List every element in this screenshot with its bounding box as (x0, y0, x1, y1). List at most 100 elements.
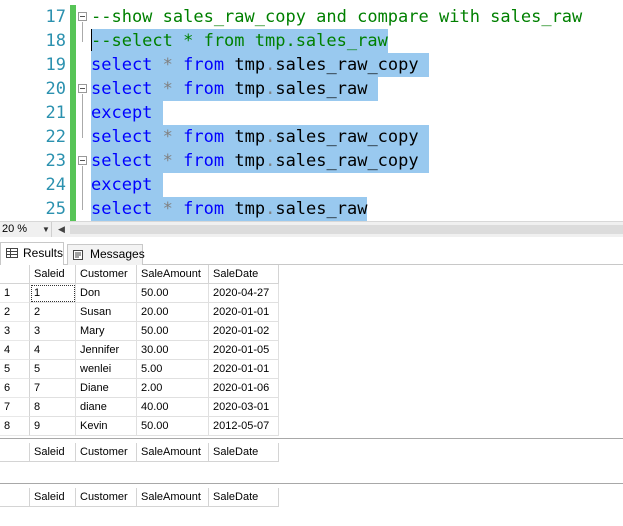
text-caret (91, 29, 92, 51)
column-header[interactable]: Customer (76, 488, 137, 507)
code-token: * (162, 199, 173, 219)
grid-cell[interactable]: 2020-03-01 (209, 398, 279, 417)
grid-cell[interactable]: 4 (30, 341, 76, 360)
collapse-icon[interactable] (78, 12, 87, 21)
code-line[interactable]: select * from tmp.sales_raw (91, 197, 368, 221)
grid-cell[interactable]: 5.00 (137, 360, 209, 379)
horizontal-scrollbar[interactable] (70, 225, 623, 234)
result-grid[interactable]: Saleid Customer SaleAmount SaleDate (0, 443, 279, 462)
grid-cell[interactable]: 1 (30, 284, 76, 303)
change-indicator (70, 173, 76, 197)
zoom-dropdown[interactable]: 20 % ▼ (0, 222, 52, 237)
grid-cell[interactable]: 30.00 (137, 341, 209, 360)
grid-corner[interactable] (0, 265, 30, 284)
collapse-icon[interactable] (78, 156, 87, 165)
grid-cell[interactable]: 5 (30, 360, 76, 379)
code-line[interactable]: select * from tmp.sales_raw_copy (91, 53, 429, 77)
code-line[interactable]: --select * from tmp.sales_raw (91, 29, 388, 53)
grid-cell[interactable]: 9 (30, 417, 76, 436)
column-header[interactable]: SaleDate (209, 265, 279, 284)
code-line[interactable]: select * from tmp.sales_raw_copy (91, 149, 429, 173)
code-line[interactable]: select * from tmp.sales_raw (91, 77, 378, 101)
change-indicator (70, 77, 76, 101)
row-number[interactable]: 6 (0, 379, 30, 398)
grid-cell[interactable]: 8 (30, 398, 76, 417)
grid-cell[interactable]: 3 (30, 322, 76, 341)
column-header[interactable]: Saleid (30, 265, 76, 284)
grid-cell[interactable]: Susan (76, 303, 137, 322)
sql-editor[interactable]: 17 --show sales_raw_copy and compare with… (0, 0, 623, 221)
code-line[interactable]: select * from tmp.sales_raw_copy (91, 125, 429, 149)
code-line[interactable]: except (91, 173, 163, 197)
grid-cell[interactable]: 2020-01-02 (209, 322, 279, 341)
column-header[interactable]: Saleid (30, 488, 76, 507)
code-line[interactable]: except (91, 101, 163, 125)
column-header[interactable]: SaleAmount (137, 443, 209, 462)
grid-cell[interactable]: 2020-04-27 (209, 284, 279, 303)
row-number[interactable]: 3 (0, 322, 30, 341)
grid-cell[interactable]: Jennifer (76, 341, 137, 360)
change-indicator (70, 5, 76, 29)
grid-cell[interactable]: wenlei (76, 360, 137, 379)
tab-results[interactable]: Results (0, 242, 64, 266)
code-token: select (91, 79, 153, 99)
grid-cell[interactable]: Kevin (76, 417, 137, 436)
code-token: except (91, 175, 153, 195)
row-number[interactable]: 1 (0, 284, 30, 303)
result-grid[interactable]: Saleid Customer SaleAmount SaleDate (0, 488, 279, 507)
grid-corner[interactable] (0, 443, 30, 462)
row-number[interactable]: 2 (0, 303, 30, 322)
column-header[interactable]: SaleDate (209, 488, 279, 507)
code-token: . (265, 55, 276, 75)
code-token: * (162, 79, 173, 99)
editor-status-bar: 20 % ▼ ◀ (0, 221, 623, 237)
grid-cell[interactable]: 2020-01-05 (209, 341, 279, 360)
tab-messages[interactable]: Messages (67, 244, 145, 265)
line-number: 24 (45, 175, 66, 195)
column-header[interactable]: Saleid (30, 443, 76, 462)
code-line[interactable]: --show sales_raw_copy and compare with s… (91, 5, 582, 29)
grid-cell[interactable]: 50.00 (137, 417, 209, 436)
scroll-left-icon[interactable]: ◀ (58, 222, 65, 237)
grid-separator (0, 438, 623, 439)
row-number[interactable]: 8 (0, 417, 30, 436)
grid-cell[interactable]: 7 (30, 379, 76, 398)
column-header[interactable]: SaleAmount (137, 488, 209, 507)
grid-cell[interactable]: Diane (76, 379, 137, 398)
zoom-level: 20 % (2, 223, 28, 235)
grid-cell[interactable]: diane (76, 398, 137, 417)
grid-cell[interactable]: 2020-01-06 (209, 379, 279, 398)
column-header[interactable]: Customer (76, 265, 137, 284)
collapse-icon[interactable] (78, 84, 87, 93)
code-token: * (162, 151, 173, 171)
messages-icon (73, 250, 83, 260)
grid-cell[interactable]: 2012-05-07 (209, 417, 279, 436)
code-token: from (183, 127, 225, 147)
column-header[interactable]: Customer (76, 443, 137, 462)
code-token: from (183, 55, 225, 75)
grid-cell[interactable]: 2.00 (137, 379, 209, 398)
grid-corner[interactable] (0, 488, 30, 507)
change-indicator (70, 197, 76, 221)
grid-cell[interactable]: 2 (30, 303, 76, 322)
grid-cell[interactable]: 50.00 (137, 284, 209, 303)
column-header[interactable]: SaleAmount (137, 265, 209, 284)
grid-cell[interactable]: 20.00 (137, 303, 209, 322)
grid-cell[interactable]: Don (76, 284, 137, 303)
column-header[interactable]: SaleDate (209, 443, 279, 462)
grid-cell[interactable]: 50.00 (137, 322, 209, 341)
row-number[interactable]: 5 (0, 360, 30, 379)
grid-cell[interactable]: 40.00 (137, 398, 209, 417)
grid-cell[interactable]: 2020-01-01 (209, 360, 279, 379)
grid-cell[interactable]: 2020-01-01 (209, 303, 279, 322)
grid-cell[interactable]: Mary (76, 322, 137, 341)
row-number[interactable]: 7 (0, 398, 30, 417)
row-number[interactable]: 4 (0, 341, 30, 360)
result-grid[interactable]: Saleid Customer SaleAmount SaleDate 1 1 Don 50.… (0, 265, 279, 436)
change-indicator (70, 101, 76, 125)
